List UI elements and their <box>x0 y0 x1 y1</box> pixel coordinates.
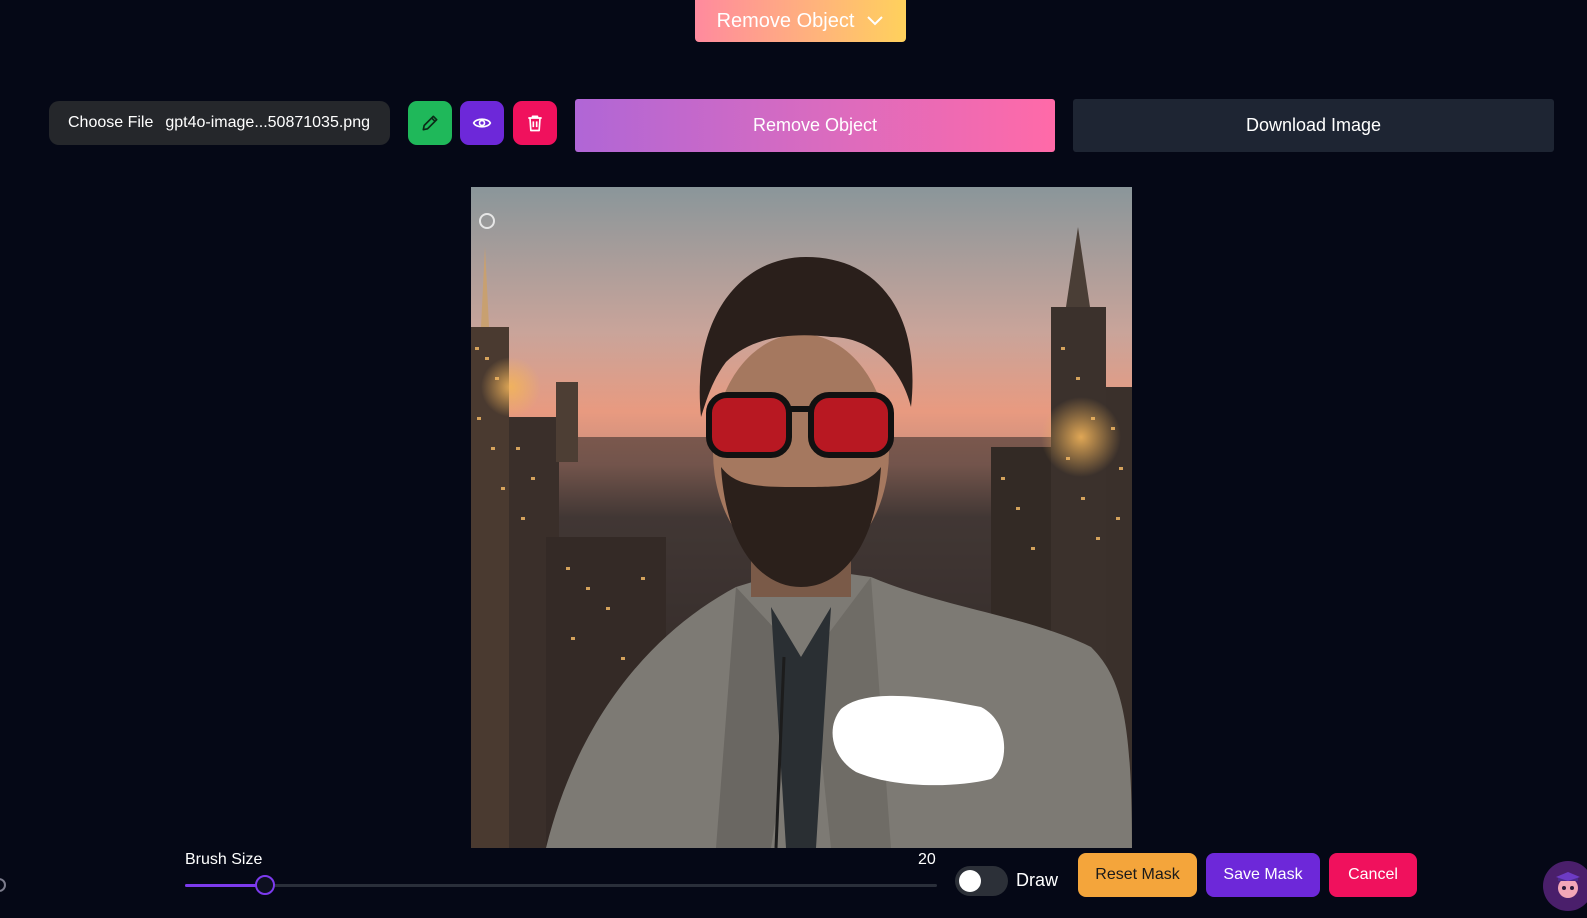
delete-button[interactable] <box>513 101 557 145</box>
download-image-button[interactable]: Download Image <box>1073 99 1554 152</box>
scroll-indicator <box>0 878 6 892</box>
edited-photo <box>471 187 1132 848</box>
draw-label: Draw <box>1016 870 1059 890</box>
mascot-icon <box>1556 872 1580 898</box>
brush-size-slider-thumb[interactable] <box>255 875 275 895</box>
cancel-button[interactable]: Cancel <box>1329 853 1417 897</box>
remove-object-button[interactable]: Remove Object <box>575 99 1055 152</box>
choose-file-button[interactable]: Choose File <box>68 114 153 132</box>
save-mask-button[interactable]: Save Mask <box>1206 853 1320 897</box>
edit-mask-button[interactable] <box>408 101 452 145</box>
preview-button[interactable] <box>460 101 504 145</box>
draw-toggle-knob <box>959 870 981 892</box>
file-picker[interactable]: Choose File gpt4o-image...50871035.png <box>49 101 390 145</box>
mode-dropdown[interactable]: Remove Object <box>695 0 906 42</box>
brush-size-slider[interactable] <box>185 875 937 895</box>
eye-icon <box>472 118 492 128</box>
reset-mask-button[interactable]: Reset Mask <box>1078 853 1197 897</box>
chevron-down-icon <box>867 16 884 26</box>
brush-size-value: 20 <box>918 851 936 868</box>
assistant-avatar[interactable] <box>1543 861 1587 911</box>
brush-size-slider-fill <box>185 884 265 887</box>
mode-dropdown-label: Remove Object <box>716 9 855 32</box>
pencil-icon <box>422 115 438 131</box>
file-name: gpt4o-image...50871035.png <box>165 114 370 131</box>
image-canvas[interactable] <box>471 187 1132 848</box>
brush-size-label: Brush Size <box>185 851 263 868</box>
draw-toggle[interactable] <box>955 866 1008 896</box>
brush-cursor <box>479 213 495 229</box>
trash-icon <box>528 115 542 132</box>
